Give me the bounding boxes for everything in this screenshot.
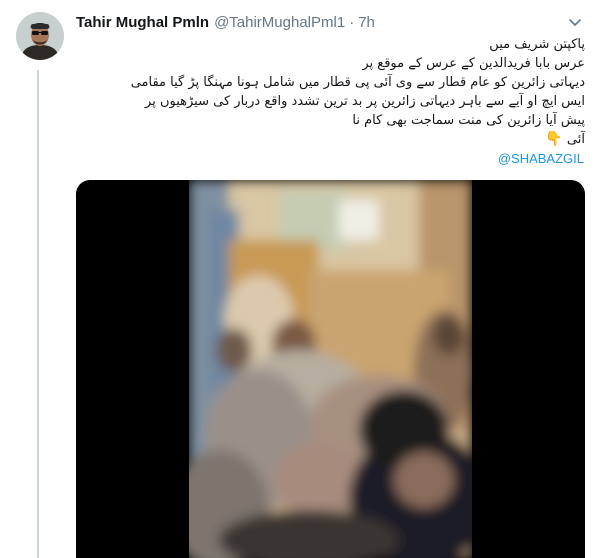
tweet-text-word: آئی (566, 132, 585, 147)
chevron-down-icon[interactable] (566, 14, 584, 32)
thread-line (37, 70, 39, 558)
tweet-text-line: پیش آیا زائرین کی منت سماجت بھی کام نا (352, 113, 585, 128)
tweet-text-line: عرس بابا فریدالدین کے عرس کے موقع پر (362, 56, 585, 71)
tweet-text-line: دیہاتی زائرین کو عام قطار سے وی آئی پی ق… (130, 75, 585, 90)
avatar[interactable] (16, 12, 64, 60)
author-handle[interactable]: @TahirMughalPml1 (214, 14, 345, 31)
tweet-text-line: ایس ایچ او آیے سے باہر دیہاتی زائرین پر … (145, 94, 585, 109)
video-player[interactable] (76, 180, 585, 558)
tweet-text: پاکپتن شریف میں عرس بابا فریدالدین کے عر… (76, 35, 585, 149)
mention-link[interactable]: @SHABAZGIL (498, 151, 584, 166)
tweet-text-line: پاکپتن شریف میں (489, 37, 585, 52)
tweet-card[interactable]: Tahir Mughal Pmln @TahirMughalPml1 · 7h … (0, 0, 598, 558)
timestamp[interactable]: 7h (358, 14, 375, 31)
separator-dot: · (349, 13, 355, 31)
tweet-header: Tahir Mughal Pmln @TahirMughalPml1 · 7h (76, 11, 375, 33)
author-name[interactable]: Tahir Mughal Pmln (76, 14, 209, 31)
tweet-text-line-last: آئی 👇 (76, 130, 585, 149)
pointing-down-icon: 👇 (545, 131, 563, 147)
video-frame (189, 180, 472, 558)
